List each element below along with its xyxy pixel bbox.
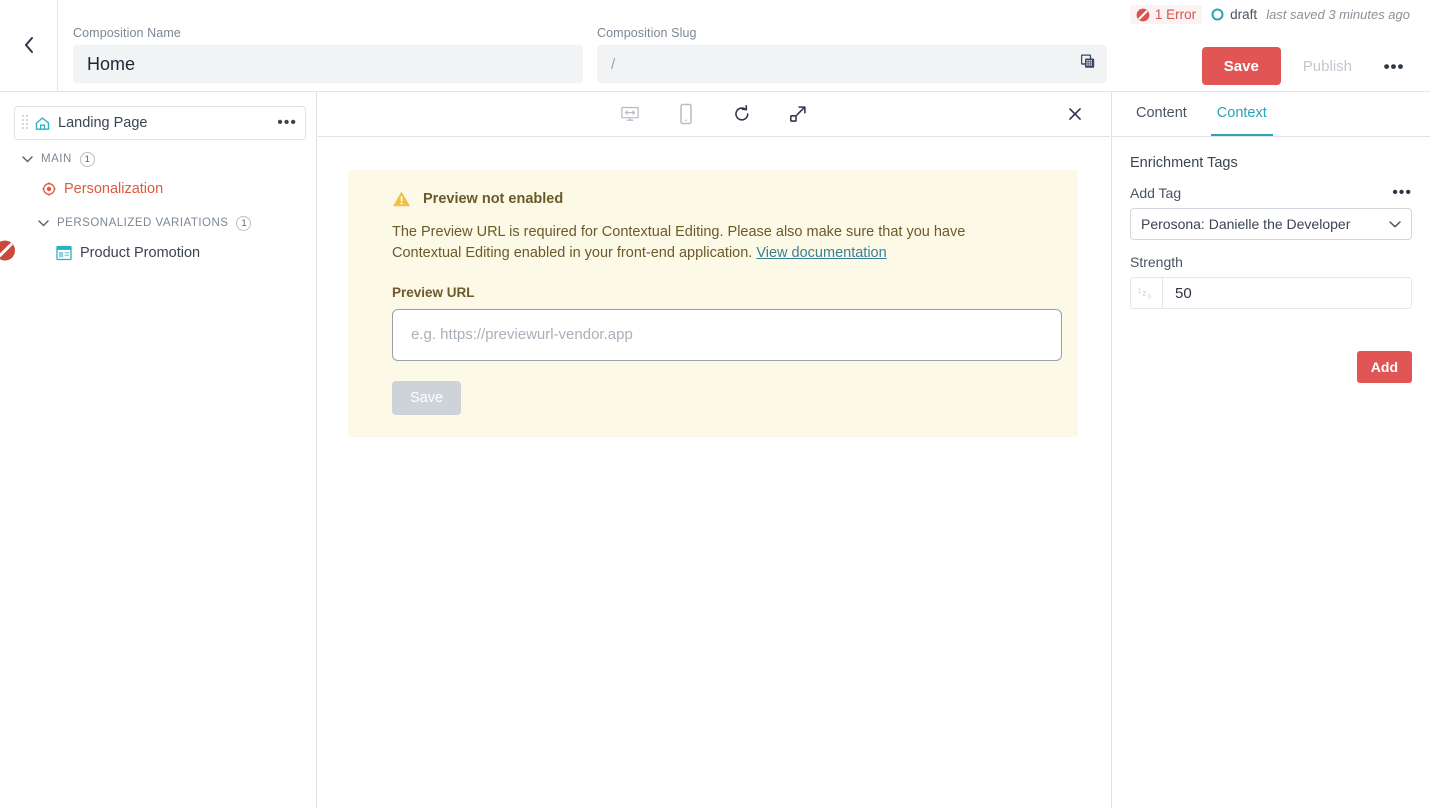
drag-handle-icon[interactable]	[21, 113, 29, 133]
circle-outline-icon	[1211, 8, 1224, 21]
last-saved-text: last saved 3 minutes ago	[1266, 7, 1410, 22]
refresh-button[interactable]	[727, 99, 757, 129]
composition-slug-label: Composition Slug	[597, 26, 697, 40]
sidebar-section-main-count: 1	[79, 151, 95, 167]
close-icon	[1069, 108, 1081, 120]
header-divider	[57, 0, 58, 92]
status-cluster: 1 Error draft last saved 3 minutes ago	[1129, 5, 1410, 24]
more-horizontal-icon: •••	[1383, 56, 1405, 76]
chevron-left-icon	[25, 37, 33, 53]
save-button[interactable]: Save	[1201, 47, 1281, 85]
warning-header: Preview not enabled	[392, 190, 1034, 208]
error-slash-icon	[0, 240, 16, 267]
composition-name-group: Composition Name Home	[73, 26, 583, 83]
chevron-down-icon	[1389, 221, 1401, 228]
publish-button[interactable]: Publish	[1285, 47, 1370, 85]
inspector-panel: Content Context Enrichment Tags Add Tag …	[1111, 92, 1430, 808]
preview-not-enabled-panel: Preview not enabled The Preview URL is r…	[348, 170, 1078, 437]
add-tag-row: Add Tag •••	[1130, 185, 1412, 202]
tag-select[interactable]: Perosona: Danielle the Developer	[1130, 208, 1412, 240]
svg-text:2: 2	[1142, 291, 1146, 298]
composition-name-label: Composition Name	[73, 26, 181, 40]
preview-toolbar	[318, 92, 1110, 137]
inspector-tabs: Content Context	[1112, 92, 1430, 137]
sidebar-section-main-label: MAIN	[41, 153, 72, 165]
sidebar-section-personalized-variations[interactable]: PERSONALIZED VARIATIONS 1	[0, 208, 316, 238]
top-bar: Composition Name Home Composition Slug /	[0, 0, 1430, 92]
warning-title: Preview not enabled	[423, 191, 564, 207]
preview-url-input[interactable]	[392, 308, 1062, 361]
expand-arrow-icon	[790, 106, 806, 122]
warning-triangle-icon	[393, 191, 410, 207]
refresh-icon	[735, 104, 749, 121]
strength-label: Strength	[1130, 254, 1183, 270]
sidebar-root-label: Landing Page	[58, 115, 148, 131]
add-tag-label: Add Tag	[1130, 185, 1182, 201]
svg-text:3: 3	[1147, 295, 1151, 301]
expand-preview-button[interactable]	[783, 99, 813, 129]
composition-slug-input[interactable]: /	[597, 45, 1107, 83]
desktop-resize-icon	[621, 106, 639, 121]
close-preview-button[interactable]	[1062, 101, 1088, 127]
sidebar-item-product-promotion[interactable]: Product Promotion	[0, 238, 316, 268]
context-tab-body: Enrichment Tags Add Tag ••• Perosona: Da…	[1112, 137, 1430, 383]
home-icon	[35, 116, 50, 130]
tab-content[interactable]: Content	[1130, 92, 1193, 136]
mobile-device-button[interactable]	[671, 99, 701, 129]
draft-status: draft	[1211, 7, 1257, 22]
header-more-button[interactable]: •••	[1374, 47, 1414, 85]
preview-url-label: Preview URL	[392, 284, 475, 300]
tab-context[interactable]: Context	[1210, 92, 1273, 136]
strength-value: 50	[1175, 284, 1192, 302]
chevron-down-icon	[38, 220, 49, 227]
view-documentation-link[interactable]: View documentation	[756, 245, 886, 261]
sidebar-item-personalization[interactable]: Personalization	[0, 174, 316, 204]
sidebar-section-main[interactable]: MAIN 1	[0, 144, 316, 174]
add-tag-button[interactable]: Add	[1356, 351, 1412, 383]
error-slash-icon	[1136, 8, 1150, 21]
desktop-resize-button[interactable]	[615, 99, 645, 129]
add-tag-more-icon[interactable]: •••	[1392, 185, 1412, 201]
enrichment-tags-title: Enrichment Tags	[1130, 155, 1238, 171]
sidebar-section-variations-label: PERSONALIZED VARIATIONS	[57, 217, 229, 229]
draft-label: draft	[1230, 7, 1258, 22]
layout-template-icon	[56, 245, 72, 261]
copy-icon[interactable]	[1080, 54, 1095, 74]
back-button[interactable]	[14, 22, 44, 68]
composition-name-input[interactable]: Home	[73, 45, 583, 83]
svg-text:1: 1	[1138, 289, 1142, 295]
mobile-device-icon	[680, 103, 692, 125]
sidebar-section-variations-count: 1	[236, 215, 252, 231]
sidebar-item-landing-page[interactable]: Landing Page •••	[14, 106, 306, 140]
error-badge[interactable]: 1 Error	[1129, 5, 1203, 24]
preview-url-save-button[interactable]: Save	[392, 380, 462, 415]
composition-name-value: Home	[87, 53, 136, 74]
composition-slug-group: Composition Slug /	[597, 26, 1107, 83]
error-count-text: 1 Error	[1154, 7, 1197, 22]
composition-tree-sidebar: Landing Page ••• MAIN 1 Personalization	[0, 92, 317, 808]
composition-editor-app: Composition Name Home Composition Slug /	[0, 0, 1430, 808]
sidebar-root-menu-icon[interactable]: •••	[277, 115, 297, 131]
preview-panel: Preview not enabled The Preview URL is r…	[318, 92, 1110, 808]
header-actions: Save Publish •••	[1201, 47, 1414, 85]
number-123-icon: 1 2 3	[1131, 278, 1163, 308]
strength-input-row[interactable]: 1 2 3 50	[1130, 277, 1412, 309]
target-icon	[42, 182, 56, 196]
composition-slug-value: /	[611, 55, 616, 73]
sidebar-item-product-promotion-label: Product Promotion	[80, 245, 201, 261]
chevron-down-icon	[22, 156, 33, 163]
warning-body: The Preview URL is required for Contextu…	[392, 222, 1032, 265]
tag-select-value: Perosona: Danielle the Developer	[1141, 216, 1351, 232]
sidebar-item-personalization-label: Personalization	[64, 181, 164, 197]
